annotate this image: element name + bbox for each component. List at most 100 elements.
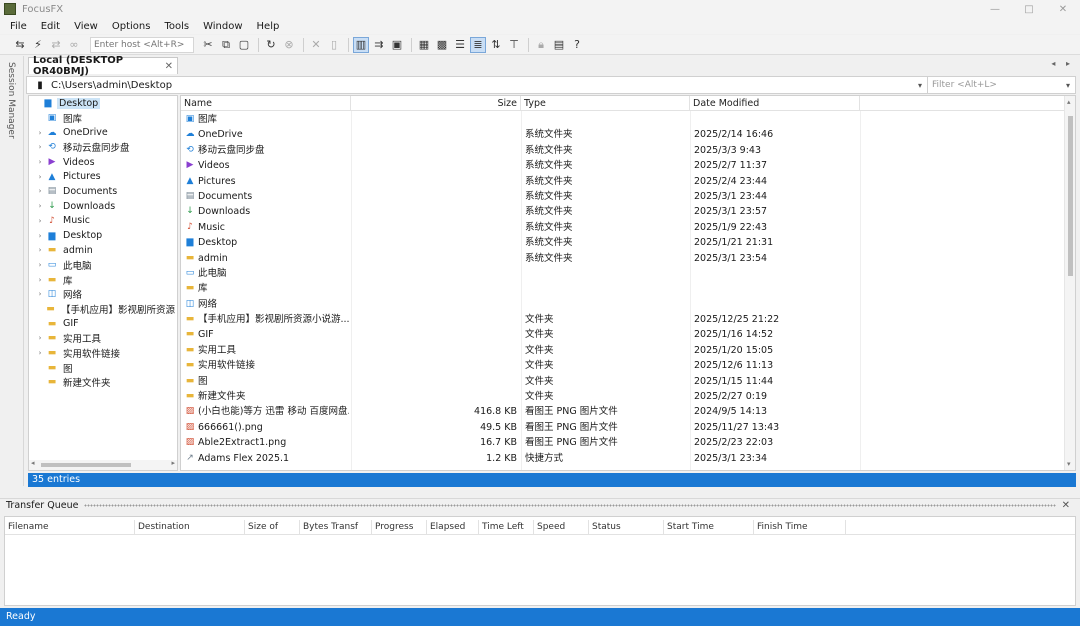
link-icon[interactable]: ∞ <box>66 37 82 53</box>
scroll-down-icon[interactable]: ▾ <box>1067 460 1071 468</box>
tree-item[interactable]: ▬ 新建文件夹 <box>29 375 177 390</box>
expand-arrow-icon[interactable]: › <box>35 232 45 240</box>
tree-item[interactable]: › ▬ admin <box>29 243 177 258</box>
file-row[interactable]: ☁ OneDrive 系统文件夹 2025/2/14 16:46 <box>181 127 1065 142</box>
transfer-queue-panel[interactable]: Filename Destination Size of Bytes Transf Pr… <box>4 516 1076 606</box>
menu-help[interactable]: Help <box>257 21 280 32</box>
delete-icon[interactable]: ✕ <box>308 37 324 53</box>
tree-item[interactable]: › ▆ Desktop <box>29 228 177 243</box>
list-view-icon[interactable]: ☰ <box>452 37 468 53</box>
tree-item[interactable]: ▬ 【手机应用】影视剧所资源 <box>29 302 177 317</box>
file-row[interactable]: ↗ Adams Flex 2025.1 1.2 KB 快捷方式 2025/3/1 23:… <box>181 451 1065 466</box>
expand-arrow-icon[interactable]: › <box>35 173 45 181</box>
tree-item[interactable]: ▬ GIF <box>29 316 177 331</box>
file-row[interactable]: ▬ 【手机应用】影视剧所资源小说游... 文件夹 2025/12/25 21:22 <box>181 312 1065 327</box>
tab-scroll-arrows-icon[interactable]: ◂ ▸ <box>1051 59 1074 68</box>
session-manager-strip[interactable]: Session Manager <box>0 56 24 486</box>
details-view-icon[interactable]: ≣ <box>470 36 486 53</box>
tree-item[interactable]: › ☁ OneDrive <box>29 125 177 140</box>
column-type[interactable]: Type <box>521 96 690 111</box>
expand-arrow-icon[interactable]: › <box>35 246 45 254</box>
scroll-right-icon[interactable]: ▸ <box>171 459 175 467</box>
tab-local[interactable]: Local (DESKTOP OR40BMJ) ✕ <box>28 55 178 77</box>
lock-icon[interactable]: 🔒︎ <box>533 37 549 53</box>
tree-item[interactable]: ▆ Desktop <box>29 96 177 111</box>
paste-icon[interactable]: ▢ <box>236 37 252 53</box>
refresh-icon[interactable]: ↻ <box>263 37 279 53</box>
tq-column-status[interactable]: Status <box>589 520 664 535</box>
maximize-button[interactable]: □ <box>1012 0 1046 18</box>
properties-icon[interactable]: ▯ <box>326 37 342 53</box>
tq-column-time-left[interactable]: Time Left <box>479 520 534 535</box>
tree-item[interactable]: ▬ 图 <box>29 360 177 375</box>
column-size[interactable]: Size <box>351 96 521 111</box>
folder-tree[interactable]: ▆ Desktop ▣ 图库 › ☁ OneDrive › ⟲ 移动云盘同步盘 › ▶ Videos › ▲… <box>28 95 178 471</box>
column-date-modified[interactable]: Date Modified <box>690 96 860 111</box>
help-icon[interactable]: ? <box>569 37 585 53</box>
minimize-button[interactable]: — <box>978 0 1012 18</box>
tq-column-progress[interactable]: Progress <box>372 520 427 535</box>
expand-arrow-icon[interactable]: › <box>35 202 45 210</box>
expand-arrow-icon[interactable]: › <box>35 276 45 284</box>
tq-column-bytes-transferred[interactable]: Bytes Transf <box>300 520 372 535</box>
scroll-thumb[interactable] <box>41 463 131 467</box>
tree-item[interactable]: › ↓ Downloads <box>29 199 177 214</box>
quick-connect-icon[interactable]: ⚡ <box>30 37 46 53</box>
large-icons-view-icon[interactable]: ▦ <box>416 37 432 53</box>
tq-column-size-of[interactable]: Size of <box>245 520 300 535</box>
filter-input[interactable]: Filter <Alt+L> <box>927 77 1061 93</box>
menu-view[interactable]: View <box>74 21 98 32</box>
tq-column-filename[interactable]: Filename <box>5 520 135 535</box>
expand-arrow-icon[interactable]: › <box>35 143 45 151</box>
file-row[interactable]: ▬ admin 系统文件夹 2025/3/1 23:54 <box>181 251 1065 266</box>
file-row[interactable]: ▶ Videos 系统文件夹 2025/2/7 11:37 <box>181 158 1065 173</box>
filter-dropdown-icon[interactable]: ▾ <box>1061 81 1075 90</box>
tree-item[interactable]: › ▬ 库 <box>29 272 177 287</box>
scroll-up-icon[interactable]: ▴ <box>1067 98 1071 106</box>
preview-icon[interactable]: ▣ <box>389 37 405 53</box>
file-row[interactable]: ⟲ 移动云盘同步盘 系统文件夹 2025/3/3 9:43 <box>181 143 1065 158</box>
tree-item[interactable]: › ◫ 网络 <box>29 287 177 302</box>
host-input[interactable] <box>90 36 194 53</box>
stop-icon[interactable]: ⊗ <box>281 37 297 53</box>
reconnect-icon[interactable]: ⇄ <box>48 37 64 53</box>
file-row[interactable]: ▬ GIF 文件夹 2025/1/16 14:52 <box>181 327 1065 342</box>
copy-icon[interactable]: ⧉ <box>218 37 234 53</box>
tree-item[interactable]: ▣ 图库 <box>29 111 177 126</box>
connect-icon[interactable]: ⇆ <box>12 37 28 53</box>
tree-item[interactable]: › ▤ Documents <box>29 184 177 199</box>
path-dropdown-icon[interactable]: ▾ <box>913 81 927 90</box>
tq-column-start-time[interactable]: Start Time <box>664 520 754 535</box>
save-session-icon[interactable]: ▤ <box>551 37 567 53</box>
file-row[interactable]: ▲ Pictures 系统文件夹 2025/2/4 23:44 <box>181 174 1065 189</box>
bookmark-icon[interactable]: ▮ <box>33 78 47 92</box>
expand-arrow-icon[interactable]: › <box>35 129 45 137</box>
scroll-thumb[interactable] <box>1068 116 1073 276</box>
tq-column-elapsed[interactable]: Elapsed <box>427 520 479 535</box>
file-row[interactable]: ▬ 实用软件链接 文件夹 2025/12/6 11:13 <box>181 358 1065 373</box>
expand-arrow-icon[interactable]: › <box>35 158 45 166</box>
file-row[interactable]: ▬ 新建文件夹 文件夹 2025/2/27 0:19 <box>181 389 1065 404</box>
expand-arrow-icon[interactable]: › <box>35 217 45 225</box>
tree-view-icon[interactable]: ▥ <box>353 36 369 53</box>
file-row[interactable]: ▣ 图库 <box>181 112 1065 127</box>
file-list-vertical-scrollbar[interactable]: ▴ ▾ <box>1064 96 1075 470</box>
tree-item[interactable]: › ▭ 此电脑 <box>29 258 177 273</box>
file-row[interactable]: ↓ Downloads 系统文件夹 2025/3/1 23:57 <box>181 204 1065 219</box>
tree-horizontal-scrollbar[interactable]: ◂ ▸ <box>29 459 177 470</box>
close-transfer-queue-icon[interactable]: ✕ <box>1062 500 1070 511</box>
file-row[interactable]: ◫ 网络 <box>181 297 1065 312</box>
close-window-button[interactable]: ✕ <box>1046 0 1080 18</box>
small-icons-view-icon[interactable]: ▩ <box>434 37 450 53</box>
menu-file[interactable]: File <box>10 21 27 32</box>
menu-options[interactable]: Options <box>112 21 151 32</box>
expand-arrow-icon[interactable]: › <box>35 187 45 195</box>
close-tab-icon[interactable]: ✕ <box>165 61 173 72</box>
file-row[interactable]: ▤ Documents 系统文件夹 2025/3/1 23:44 <box>181 189 1065 204</box>
path-input[interactable]: C:\Users\admin\Desktop <box>51 80 913 91</box>
tree-item[interactable]: › ▬ 实用软件链接 <box>29 346 177 361</box>
file-row[interactable]: ▨ 666661().png 49.5 KB 看图王 PNG 图片文件 2025/11/… <box>181 420 1065 435</box>
expand-arrow-icon[interactable]: › <box>35 261 45 269</box>
file-row[interactable]: ♪ Music 系统文件夹 2025/1/9 22:43 <box>181 220 1065 235</box>
file-row[interactable]: ▬ 实用工具 文件夹 2025/1/20 15:05 <box>181 343 1065 358</box>
